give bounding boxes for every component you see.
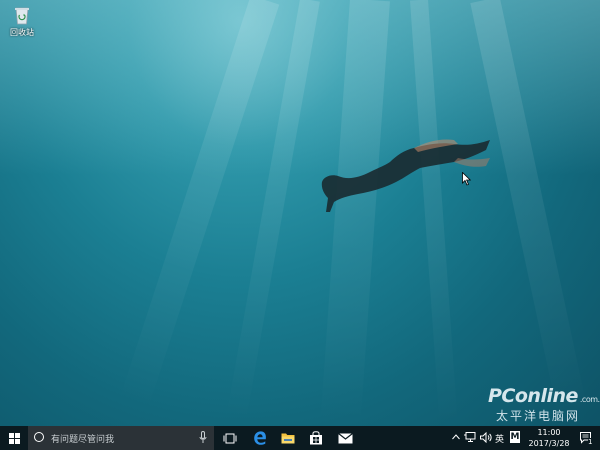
pconline-watermark: PConline.com.cn 太平洋电脑网 bbox=[488, 385, 600, 425]
folder-icon bbox=[281, 433, 295, 444]
mouse-cursor bbox=[462, 172, 472, 186]
watermark-subtitle: 太平洋电脑网 bbox=[496, 409, 581, 423]
mail-button[interactable] bbox=[331, 426, 359, 450]
clock[interactable]: 11:00 2017/3/28 bbox=[524, 427, 574, 449]
action-center-button[interactable]: 1 bbox=[574, 426, 598, 450]
task-view-button[interactable] bbox=[216, 426, 244, 450]
mail-icon bbox=[337, 432, 353, 443]
file-explorer-button[interactable] bbox=[274, 426, 302, 450]
chevron-up-icon[interactable] bbox=[452, 434, 460, 440]
recycle-bin-shortcut[interactable]: 回收站 bbox=[6, 4, 38, 38]
microphone-icon[interactable] bbox=[199, 431, 207, 444]
search-box[interactable]: 有问题尽管问我 bbox=[28, 426, 214, 450]
network-icon[interactable] bbox=[464, 432, 476, 443]
edge-icon bbox=[254, 431, 266, 445]
search-placeholder: 有问题尽管问我 bbox=[51, 435, 115, 445]
recycle-bin-icon bbox=[11, 4, 33, 26]
store-icon bbox=[310, 431, 322, 445]
watermark-logo: PConline.com.cn bbox=[488, 385, 600, 407]
desktop: 回收站 PConline.com.cn 太平洋电脑网 bbox=[0, 0, 600, 426]
clock-date: 2017/3/28 bbox=[528, 439, 570, 448]
edge-button[interactable] bbox=[246, 426, 274, 450]
ime-language-indicator[interactable]: 英 bbox=[495, 432, 504, 445]
cortana-icon bbox=[34, 432, 44, 442]
ime-mode-indicator[interactable]: M bbox=[510, 431, 520, 443]
recycle-bin-label: 回收站 bbox=[10, 28, 34, 37]
store-button[interactable] bbox=[302, 426, 330, 450]
windows-logo-icon bbox=[8, 432, 20, 444]
start-button[interactable] bbox=[0, 426, 28, 450]
taskbar: 有问题尽管问我 英 M 11:00 2017/3/28 1 bbox=[0, 426, 600, 450]
clock-time: 11:00 bbox=[537, 428, 561, 437]
volume-icon[interactable] bbox=[480, 432, 492, 443]
task-view-icon bbox=[223, 433, 237, 443]
notification-count-badge: 1 bbox=[588, 438, 593, 446]
